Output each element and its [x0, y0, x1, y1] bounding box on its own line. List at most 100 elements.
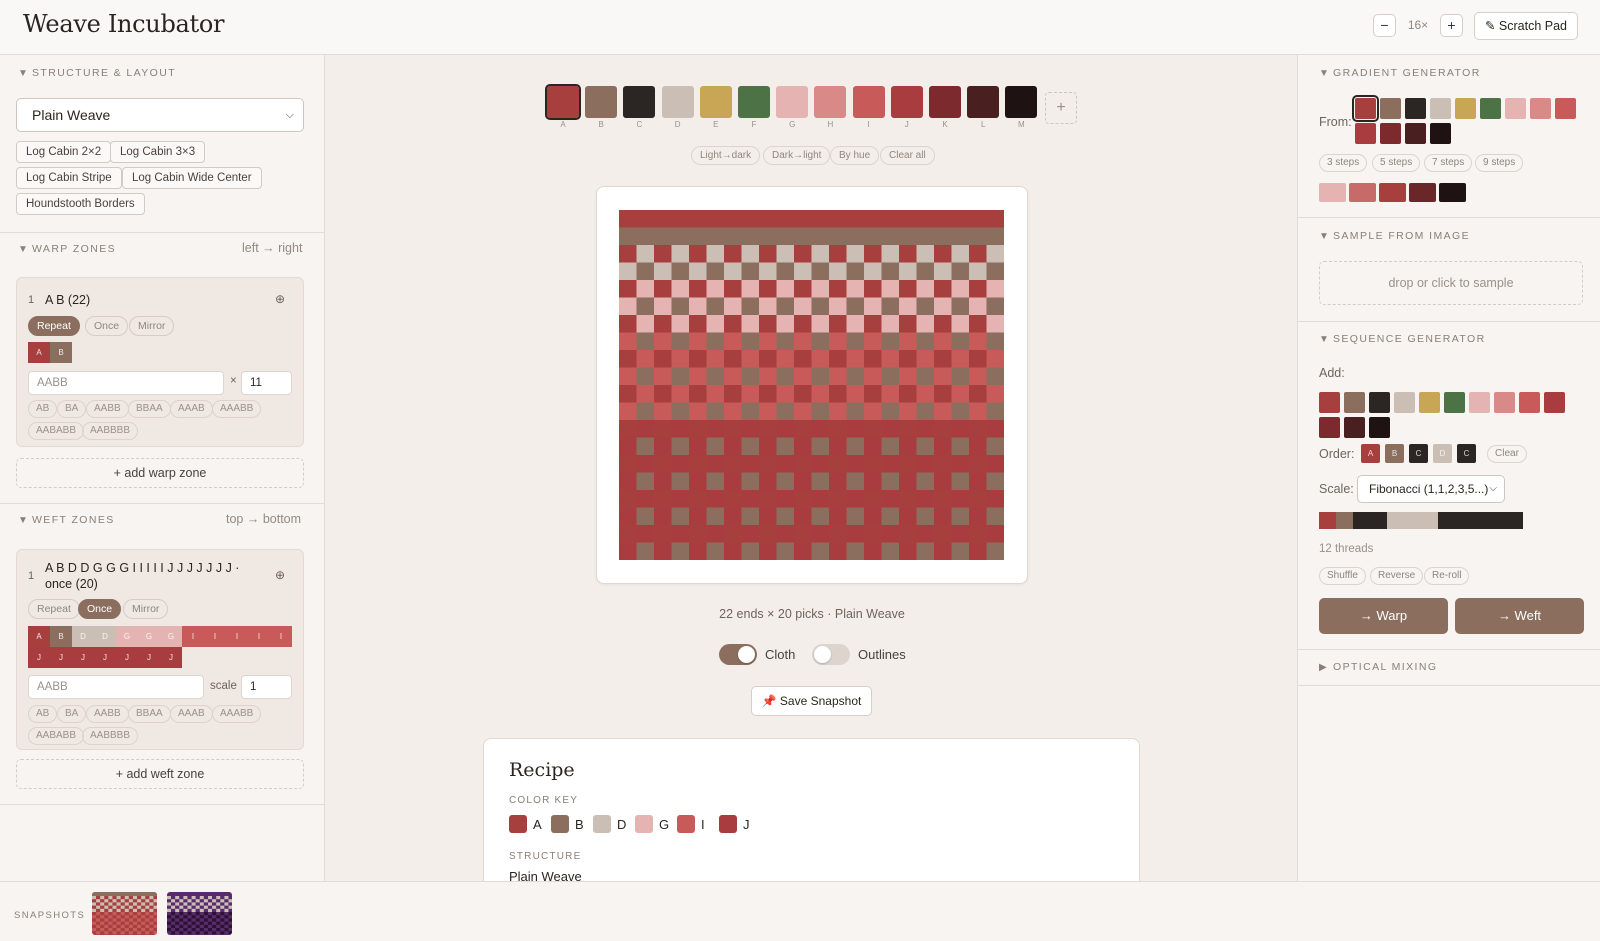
target-icon[interactable]: ⊕	[275, 292, 285, 306]
sort-dark-light[interactable]: Dark→light	[763, 146, 831, 165]
pattern-suggestion[interactable]: AABABB	[28, 727, 85, 745]
mode-once[interactable]: Once	[85, 316, 129, 336]
preset-chip[interactable]: Houndstooth Borders	[16, 193, 145, 215]
sequence-add-swatch[interactable]	[1444, 392, 1465, 413]
optical-section-toggle[interactable]: ▶ OPTICAL MIXING	[1319, 661, 1437, 673]
sequence-add-swatch[interactable]	[1319, 392, 1340, 413]
weft-scale-input[interactable]: 1	[241, 675, 292, 699]
steps-9[interactable]: 9 steps	[1475, 154, 1524, 172]
gradient-from-swatch[interactable]	[1380, 98, 1401, 119]
sequence-add-swatch[interactable]	[1369, 417, 1390, 438]
gradient-from-swatch[interactable]	[1505, 98, 1526, 119]
preset-chip[interactable]: Log Cabin 2×2	[16, 141, 112, 163]
pattern-suggestion[interactable]: AAABB	[212, 705, 262, 723]
sequence-add-swatch[interactable]	[1494, 392, 1515, 413]
warp-pattern-input[interactable]: AABB	[28, 371, 224, 395]
target-icon[interactable]: ⊕	[275, 568, 285, 582]
sequence-add-swatch[interactable]	[1319, 417, 1340, 438]
gradient-from-swatch[interactable]	[1352, 95, 1379, 122]
mode-repeat[interactable]: Repeat	[28, 316, 80, 336]
zoom-in-button[interactable]: +	[1440, 14, 1463, 37]
sequence-add-swatch[interactable]	[1344, 392, 1365, 413]
gradient-from-swatch[interactable]	[1405, 98, 1426, 119]
gradient-section-toggle[interactable]: ▼ GRADIENT GENERATOR	[1319, 67, 1481, 79]
add-weft-zone-button[interactable]: + add weft zone	[16, 759, 304, 789]
pattern-suggestion[interactable]: BBAA	[128, 400, 171, 418]
sequence-add-swatch[interactable]	[1394, 392, 1415, 413]
palette-swatch-e[interactable]	[699, 86, 732, 118]
snapshot-thumbnail[interactable]	[167, 892, 232, 935]
weft-pattern-input[interactable]: AABB	[28, 675, 204, 699]
pattern-suggestion[interactable]: AB	[28, 705, 58, 723]
structure-select[interactable]: Plain Weave ⌵	[16, 98, 304, 132]
gradient-result-swatch[interactable]	[1379, 183, 1406, 202]
palette-swatch-d[interactable]	[661, 86, 694, 118]
clear-palette[interactable]: Clear all	[880, 146, 935, 165]
palette-swatch-j[interactable]	[890, 86, 923, 118]
gradient-from-swatch[interactable]	[1480, 98, 1501, 119]
steps-7[interactable]: 7 steps	[1424, 154, 1473, 172]
palette-swatch-b[interactable]	[585, 86, 618, 118]
weft-section-toggle[interactable]: ▼ WEFT ZONES	[18, 514, 115, 526]
clear-order-button[interactable]: Clear	[1487, 445, 1527, 463]
pattern-suggestion[interactable]: AABB	[86, 400, 129, 418]
gradient-from-swatch[interactable]	[1380, 123, 1401, 144]
preset-chip[interactable]: Log Cabin Wide Center	[122, 167, 262, 189]
sequence-order-swatch[interactable]: C	[1409, 444, 1428, 463]
sample-drop-zone[interactable]: drop or click to sample	[1319, 261, 1583, 305]
pattern-suggestion[interactable]: AABBBB	[82, 727, 139, 745]
pattern-suggestion[interactable]: BBAA	[128, 705, 171, 723]
shuffle-button[interactable]: Shuffle	[1319, 567, 1366, 585]
palette-swatch-i[interactable]	[852, 86, 885, 118]
gradient-result-swatch[interactable]	[1409, 183, 1436, 202]
warp-section-toggle[interactable]: ▼ WARP ZONES	[18, 243, 116, 255]
outlines-toggle[interactable]	[812, 644, 850, 665]
sequence-section-toggle[interactable]: ▼ SEQUENCE GENERATOR	[1319, 333, 1486, 345]
sequence-add-swatch[interactable]	[1519, 392, 1540, 413]
preset-chip[interactable]: Log Cabin 3×3	[110, 141, 206, 163]
sort-light-dark[interactable]: Light→dark	[691, 146, 761, 165]
reroll-button[interactable]: Re-roll	[1424, 567, 1470, 585]
pattern-suggestion[interactable]: AABBBB	[82, 422, 139, 440]
send-to-weft-button[interactable]: → Weft	[1455, 598, 1584, 634]
pattern-suggestion[interactable]: AABB	[86, 705, 129, 723]
pattern-suggestion[interactable]: BA	[57, 400, 87, 418]
mode-mirror[interactable]: Mirror	[129, 316, 175, 336]
pattern-suggestion[interactable]: AAAB	[170, 705, 213, 723]
sequence-add-swatch[interactable]	[1419, 392, 1440, 413]
sequence-add-swatch[interactable]	[1469, 392, 1490, 413]
reverse-button[interactable]: Reverse	[1370, 567, 1424, 585]
mode-once[interactable]: Once	[78, 599, 122, 619]
add-warp-zone-button[interactable]: + add warp zone	[16, 458, 304, 488]
pattern-suggestion[interactable]: AB	[28, 400, 58, 418]
scratch-pad-button[interactable]: ✎ Scratch Pad	[1474, 12, 1578, 40]
palette-swatch-m[interactable]	[1005, 86, 1038, 118]
palette-swatch-h[interactable]	[814, 86, 847, 118]
sequence-add-swatch[interactable]	[1344, 417, 1365, 438]
palette-swatch-k[interactable]	[929, 86, 961, 118]
palette-swatch-l[interactable]	[967, 86, 1000, 118]
save-snapshot-button[interactable]: 📌 Save Snapshot	[751, 686, 872, 716]
sample-section-toggle[interactable]: ▼ SAMPLE FROM IMAGE	[1319, 230, 1470, 242]
sequence-order-swatch[interactable]: A	[1361, 444, 1380, 463]
sequence-order-swatch[interactable]: B	[1385, 444, 1404, 463]
pattern-suggestion[interactable]: AAABB	[212, 400, 262, 418]
sequence-add-swatch[interactable]	[1544, 392, 1565, 413]
send-to-warp-button[interactable]: → Warp	[1319, 598, 1448, 634]
add-color-button[interactable]: +	[1045, 92, 1077, 124]
gradient-result-swatch[interactable]	[1439, 183, 1466, 202]
pattern-suggestion[interactable]: BA	[57, 705, 87, 723]
palette-swatch-f[interactable]	[738, 86, 770, 118]
steps-5[interactable]: 5 steps	[1372, 154, 1421, 172]
pattern-suggestion[interactable]: AABABB	[28, 422, 85, 440]
sequence-order-swatch[interactable]: C	[1457, 444, 1476, 463]
sort-by-hue[interactable]: By hue	[830, 146, 880, 165]
palette-swatch-c[interactable]	[623, 86, 656, 118]
cloth-preview[interactable]	[619, 210, 1004, 560]
gradient-result-swatch[interactable]	[1319, 183, 1346, 202]
sequence-order-swatch[interactable]: D	[1433, 444, 1452, 463]
preset-chip[interactable]: Log Cabin Stripe	[16, 167, 122, 189]
sequence-add-swatch[interactable]	[1369, 392, 1390, 413]
gradient-result-swatch[interactable]	[1349, 183, 1376, 202]
gradient-from-swatch[interactable]	[1530, 98, 1551, 119]
